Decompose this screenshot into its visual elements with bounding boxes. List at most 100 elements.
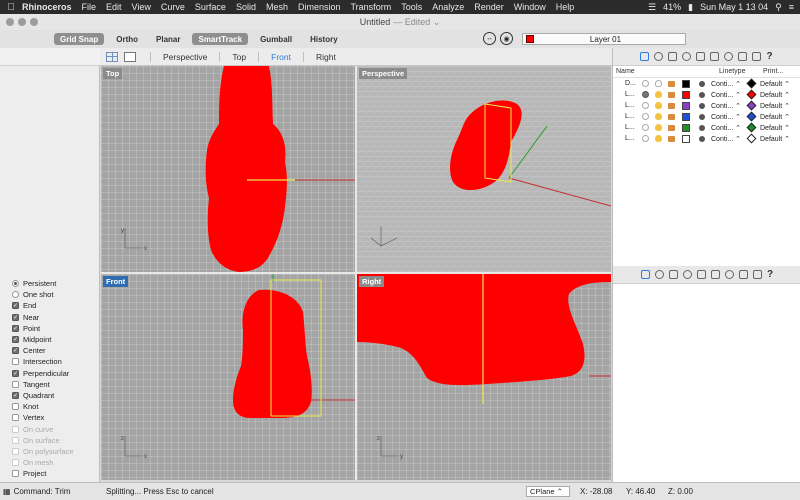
osnap-near[interactable]: ✓ Near xyxy=(12,312,73,323)
menu-solid[interactable]: Solid xyxy=(236,2,256,12)
print-color-icon[interactable] xyxy=(746,133,757,144)
ortho-toggle[interactable]: Ortho xyxy=(110,33,144,45)
current-layer-icon[interactable] xyxy=(642,80,649,87)
edited-indicator[interactable]: — Edited ⌄ xyxy=(393,17,440,28)
layer-color-swatch[interactable] xyxy=(682,101,690,110)
checkbox-icon[interactable]: ✓ xyxy=(12,336,19,344)
layer-row[interactable]: L... Conti... ⌃ Default ⌃ xyxy=(613,122,800,133)
current-layer-icon[interactable] xyxy=(642,124,649,131)
cplane-selector[interactable]: CPlane ⌃ xyxy=(526,486,570,497)
lock-icon[interactable] xyxy=(668,135,675,142)
menu-view[interactable]: View xyxy=(132,2,151,12)
viewport-label-front[interactable]: Front xyxy=(103,276,129,287)
viewport-label-top[interactable]: Top xyxy=(103,68,123,79)
menu-curve[interactable]: Curve xyxy=(161,2,185,12)
textures-icon[interactable] xyxy=(696,270,706,279)
bulb-icon[interactable] xyxy=(655,113,662,120)
osnap-point[interactable]: ✓ Point xyxy=(12,323,73,334)
lock-icon[interactable] xyxy=(668,113,675,120)
bulb-icon[interactable] xyxy=(655,102,662,109)
battery-icon[interactable]: ▮ xyxy=(688,2,693,13)
red-object-front[interactable] xyxy=(233,289,312,418)
display-icon[interactable] xyxy=(752,52,762,61)
tab-top[interactable]: Top xyxy=(232,52,246,62)
osnap-on-polysurface[interactable]: On polysurface xyxy=(12,446,73,457)
search-icon[interactable]: ⚲ xyxy=(775,2,782,13)
osnap-on-surface[interactable]: On surface xyxy=(12,435,73,446)
osnap-project[interactable]: Project xyxy=(12,468,73,479)
osnap-center[interactable]: ✓ Center xyxy=(12,345,73,356)
current-layer-icon[interactable] xyxy=(642,91,649,98)
radio-icon[interactable] xyxy=(12,291,19,299)
viewport-perspective[interactable]: Perspective xyxy=(357,66,611,272)
viewport-splitter-horizontal[interactable] xyxy=(101,272,611,274)
checkbox-icon[interactable] xyxy=(12,358,19,366)
viewport-label-right[interactable]: Right xyxy=(359,276,385,287)
print-color-icon[interactable] xyxy=(746,78,757,89)
osnap-on-mesh[interactable]: On mesh xyxy=(12,457,73,468)
document-icon[interactable] xyxy=(668,270,678,279)
display-icon[interactable] xyxy=(752,270,762,279)
single-view-layout-icon[interactable] xyxy=(124,51,136,62)
menu-file[interactable]: File xyxy=(82,2,97,12)
col-name[interactable]: Name xyxy=(613,68,641,75)
layer-color-swatch[interactable] xyxy=(682,112,690,121)
viewport-top[interactable]: Top y x xyxy=(101,66,355,272)
document-icon[interactable] xyxy=(668,52,678,61)
layer-row[interactable]: D... Conti... ⌃ Default ⌃ xyxy=(613,78,800,89)
osnap-end[interactable]: ✓ End xyxy=(12,300,73,311)
planar-toggle[interactable]: Planar xyxy=(150,33,186,45)
menu-transform[interactable]: Transform xyxy=(351,2,392,12)
environment-icon[interactable] xyxy=(724,270,734,279)
layers-icon[interactable] xyxy=(640,52,650,61)
osnap-one-shot[interactable]: One shot xyxy=(12,289,73,300)
bulb-icon[interactable] xyxy=(655,135,662,142)
current-layer-icon[interactable] xyxy=(642,135,649,142)
menu-clock[interactable]: Sun May 1 13 04 xyxy=(700,2,768,12)
osnap-knot[interactable]: Knot xyxy=(12,401,73,412)
menu-list-icon[interactable]: ≡ xyxy=(789,2,794,12)
grid-snap-toggle[interactable]: Grid Snap xyxy=(54,33,105,45)
checkbox-icon[interactable] xyxy=(12,447,19,455)
layer-row[interactable]: L... Conti... ⌃ Default ⌃ xyxy=(613,133,800,144)
filter-icon[interactable]: ↔ xyxy=(483,32,496,45)
checkbox-icon[interactable]: ✓ xyxy=(12,369,19,377)
print-color-icon[interactable] xyxy=(746,89,757,100)
checkbox-icon[interactable] xyxy=(12,436,19,444)
menu-dimension[interactable]: Dimension xyxy=(298,2,341,12)
print-color-icon[interactable] xyxy=(746,122,757,133)
materials-icon[interactable] xyxy=(654,52,664,61)
lights-icon[interactable] xyxy=(682,270,692,279)
osnap-perpendicular[interactable]: ✓ Perpendicular xyxy=(12,368,73,379)
menu-render[interactable]: Render xyxy=(474,2,504,12)
material-icon[interactable] xyxy=(699,113,705,120)
wifi-icon[interactable]: ☰ xyxy=(648,2,656,13)
checkbox-icon[interactable] xyxy=(12,470,19,478)
osnap-midpoint[interactable]: ✓ Midpoint xyxy=(12,334,73,345)
current-layer-icon[interactable] xyxy=(642,113,649,120)
gumball-toggle[interactable]: Gumball xyxy=(254,33,298,45)
environment-icon[interactable] xyxy=(724,52,734,61)
layer-color-swatch[interactable] xyxy=(682,123,690,132)
menu-edit[interactable]: Edit xyxy=(106,2,122,12)
history-toggle[interactable]: History xyxy=(304,33,344,45)
osnap-on-curve[interactable]: On curve xyxy=(12,423,73,434)
apple-icon[interactable]:  xyxy=(0,2,22,13)
menu-analyze[interactable]: Analyze xyxy=(432,2,464,12)
material-icon[interactable] xyxy=(699,102,705,109)
checkbox-icon[interactable] xyxy=(12,414,19,422)
zoom-window-button[interactable] xyxy=(30,18,38,26)
checkbox-icon[interactable]: ✓ xyxy=(12,313,19,321)
tab-right[interactable]: Right xyxy=(316,52,336,62)
osnap-vertex[interactable]: Vertex xyxy=(12,412,73,423)
camera-icon[interactable] xyxy=(710,270,720,279)
layer-color-swatch[interactable] xyxy=(682,134,690,143)
red-object-right[interactable] xyxy=(357,274,611,386)
osnap-icon[interactable]: ◉ xyxy=(500,32,513,45)
menu-surface[interactable]: Surface xyxy=(195,2,226,12)
tab-perspective[interactable]: Perspective xyxy=(163,52,207,62)
material-icon[interactable] xyxy=(699,91,705,98)
current-layer-icon[interactable] xyxy=(642,102,649,109)
smarttrack-toggle[interactable]: SmartTrack xyxy=(192,33,249,45)
checkbox-icon[interactable]: ✓ xyxy=(12,324,19,332)
